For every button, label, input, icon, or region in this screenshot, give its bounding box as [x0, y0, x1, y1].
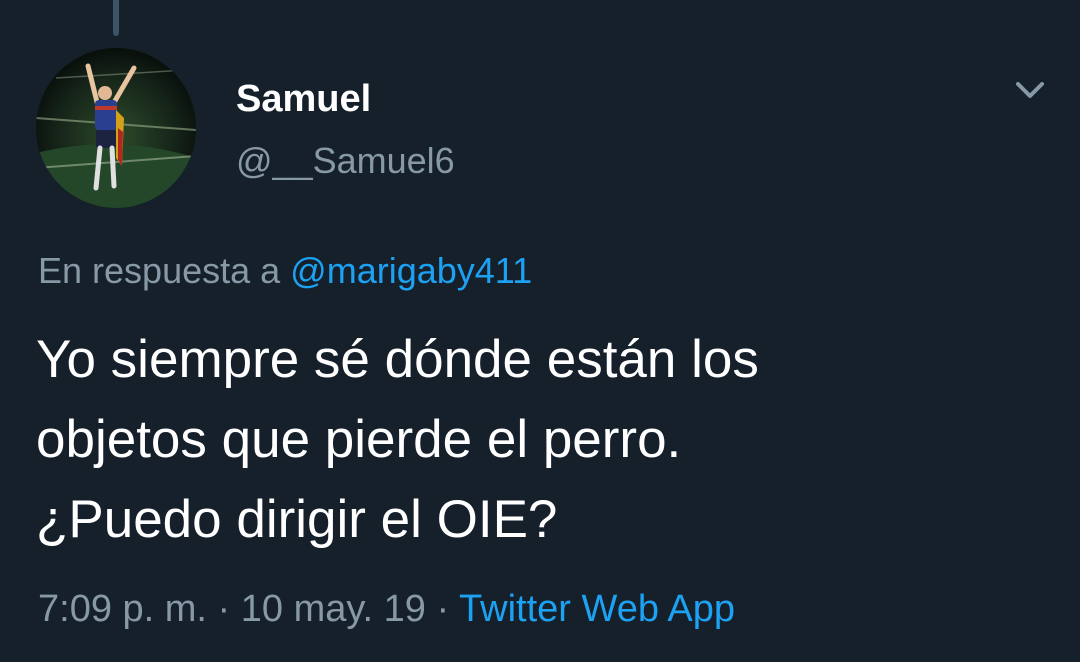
tweet-text-line: ¿Puedo dirigir el OIE?: [36, 490, 558, 549]
tweet-text-line: objetos que pierde el perro.: [36, 410, 682, 469]
chevron-down-icon: [1016, 82, 1044, 98]
avatar-photo: [36, 48, 196, 208]
tweet-text-line: Yo siempre sé dónde están los: [36, 330, 759, 389]
tweet-meta: 7:09 p. m. · 10 may. 19 · Twitter Web Ap…: [38, 588, 735, 631]
tweet-menu-button[interactable]: [1006, 70, 1054, 110]
reply-mention-link[interactable]: @marigaby411: [290, 250, 532, 291]
reply-context: En respuesta a @marigaby411: [38, 250, 532, 292]
tweet-text: Yo siempre sé dónde están los objetos qu…: [36, 320, 1046, 560]
meta-separator: ·: [436, 588, 450, 630]
user-handle[interactable]: @__Samuel6: [236, 140, 455, 182]
tweet-source-link[interactable]: Twitter Web App: [459, 588, 735, 630]
avatar[interactable]: [36, 48, 196, 208]
thread-connector-line: [113, 0, 119, 36]
tweet-date[interactable]: 10 may. 19: [241, 588, 426, 630]
display-name[interactable]: Samuel: [236, 78, 371, 121]
tweet-time[interactable]: 7:09 p. m.: [38, 588, 207, 630]
meta-separator: ·: [217, 588, 231, 630]
reply-prefix: En respuesta a: [38, 250, 281, 291]
